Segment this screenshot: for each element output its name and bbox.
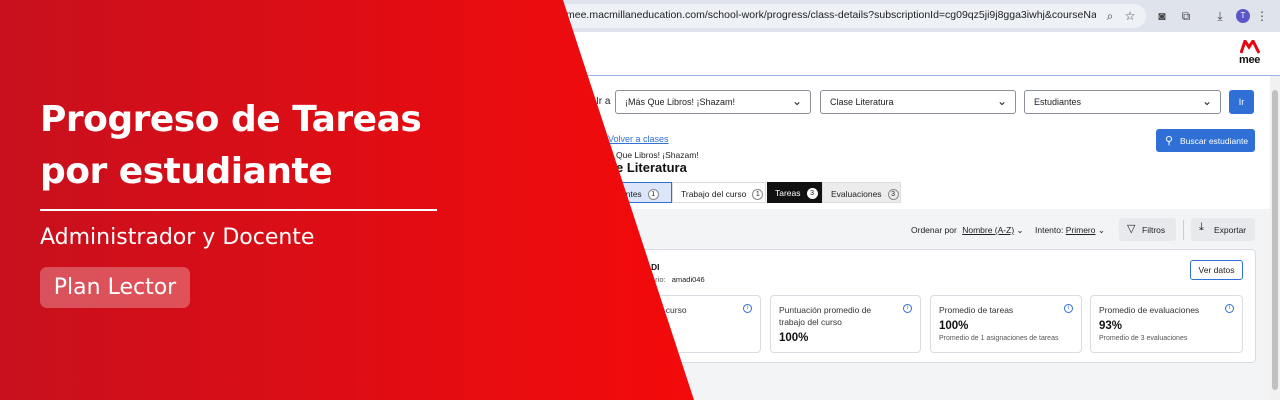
- chevron-down-icon: ⌄: [1097, 225, 1105, 235]
- promo-title: Progreso de Tareas por estudiante: [40, 94, 470, 198]
- class-select-value: Clase Literatura: [830, 97, 894, 107]
- promo-subtitle: Administrador y Docente: [40, 225, 315, 250]
- promo-divider: [40, 209, 437, 211]
- tab-assessments[interactable]: Evaluaciones 3: [822, 182, 901, 203]
- chevron-down-icon: ⌄: [996, 94, 1007, 108]
- download-icon: ⤓: [1199, 221, 1204, 233]
- sort-label: Ordenar por: [911, 225, 957, 235]
- view-select-value: Estudiantes: [1034, 97, 1082, 107]
- stat-subtext: Promedio de 1 asignaciones de tareas: [939, 335, 1059, 342]
- filter-icon: ▽: [1127, 223, 1136, 235]
- stat-value: 100%: [939, 320, 969, 332]
- view-data-button[interactable]: Ver datos: [1190, 260, 1243, 280]
- mee-logo[interactable]: mee: [1238, 40, 1262, 68]
- sort-control[interactable]: Ordenar por Nombre (A-Z) ⌄: [911, 225, 1024, 236]
- plan-badge: Plan Lector: [40, 267, 190, 308]
- divider: [1183, 220, 1184, 240]
- info-icon[interactable]: i: [1064, 304, 1073, 313]
- stat-card-assessments-average: Promedio de evaluaciones i 93% Promedio …: [1090, 295, 1243, 353]
- bookmark-star-icon[interactable]: ☆: [1122, 8, 1138, 24]
- chevron-down-icon: ⌄: [791, 94, 802, 108]
- tab-label: Evaluaciones: [831, 189, 882, 199]
- stat-title: Promedio de tareas: [939, 305, 1014, 315]
- chevron-down-icon: ⌄: [1016, 225, 1024, 235]
- search-icon: ⚲: [1165, 135, 1174, 147]
- promo-title-line-1: Progreso de Tareas: [40, 99, 422, 140]
- tab-assignments[interactable]: Tareas 3: [767, 182, 822, 203]
- promo-background: [0, 0, 694, 400]
- stat-card-assignments-average: Promedio de tareas i 100% Promedio de 1 …: [930, 295, 1082, 353]
- info-icon[interactable]: i: [743, 304, 752, 313]
- extensions-icon[interactable]: ⧉: [1178, 8, 1194, 24]
- tab-count-badge: 3: [887, 189, 899, 201]
- tab-count-badge: 3: [806, 188, 818, 200]
- chevron-down-icon: ⌄: [1201, 94, 1212, 108]
- tab-count-badge: 1: [752, 189, 764, 201]
- info-icon[interactable]: i: [903, 304, 912, 313]
- export-button[interactable]: ⤓ Exportar: [1191, 218, 1255, 241]
- profile-avatar[interactable]: T: [1236, 9, 1250, 23]
- attempt-label: Intento:: [1035, 225, 1064, 235]
- attempt-control[interactable]: Intento: Primero ⌄: [1035, 225, 1105, 236]
- attempt-value[interactable]: Primero: [1066, 225, 1096, 235]
- search-student-label: Buscar estudiante: [1180, 136, 1249, 146]
- stat-title: Puntuación promedio de trabajo del curso: [779, 305, 872, 327]
- stat-title: Promedio de evaluaciones: [1099, 305, 1200, 315]
- camera-icon[interactable]: ◙: [1154, 8, 1170, 24]
- sort-value[interactable]: Nombre (A-Z): [962, 225, 1014, 235]
- stat-value: 100%: [779, 332, 809, 344]
- search-student-button[interactable]: ⚲ Buscar estudiante: [1156, 129, 1255, 152]
- promo-title-line-2: por estudiante: [40, 151, 333, 192]
- mee-logo-mark-icon: [1240, 40, 1260, 54]
- go-button[interactable]: Ir: [1229, 90, 1254, 114]
- stat-subtext: Promedio de 3 evaluaciones: [1099, 335, 1188, 342]
- class-select[interactable]: Clase Literatura ⌄: [820, 90, 1016, 114]
- info-icon[interactable]: i: [1225, 304, 1234, 313]
- zoom-icon[interactable]: ⌕: [1102, 8, 1118, 24]
- scrollbar-thumb[interactable]: [1272, 90, 1278, 390]
- tab-label: Tareas: [775, 188, 801, 198]
- stat-value: 93%: [1099, 320, 1123, 332]
- view-select[interactable]: Estudiantes ⌄: [1024, 90, 1221, 114]
- page-scrollbar[interactable]: [1270, 76, 1280, 400]
- export-label: Exportar: [1214, 225, 1247, 235]
- filters-label: Filtros: [1142, 225, 1166, 235]
- download-icon[interactable]: ⤓: [1212, 8, 1228, 24]
- filters-button[interactable]: ▽ Filtros: [1119, 218, 1176, 241]
- stat-card-coursework-average: Puntuación promedio de trabajo del curso…: [770, 295, 921, 353]
- mee-logo-text: mee: [1239, 54, 1261, 66]
- more-menu-icon[interactable]: ⋮: [1254, 8, 1270, 24]
